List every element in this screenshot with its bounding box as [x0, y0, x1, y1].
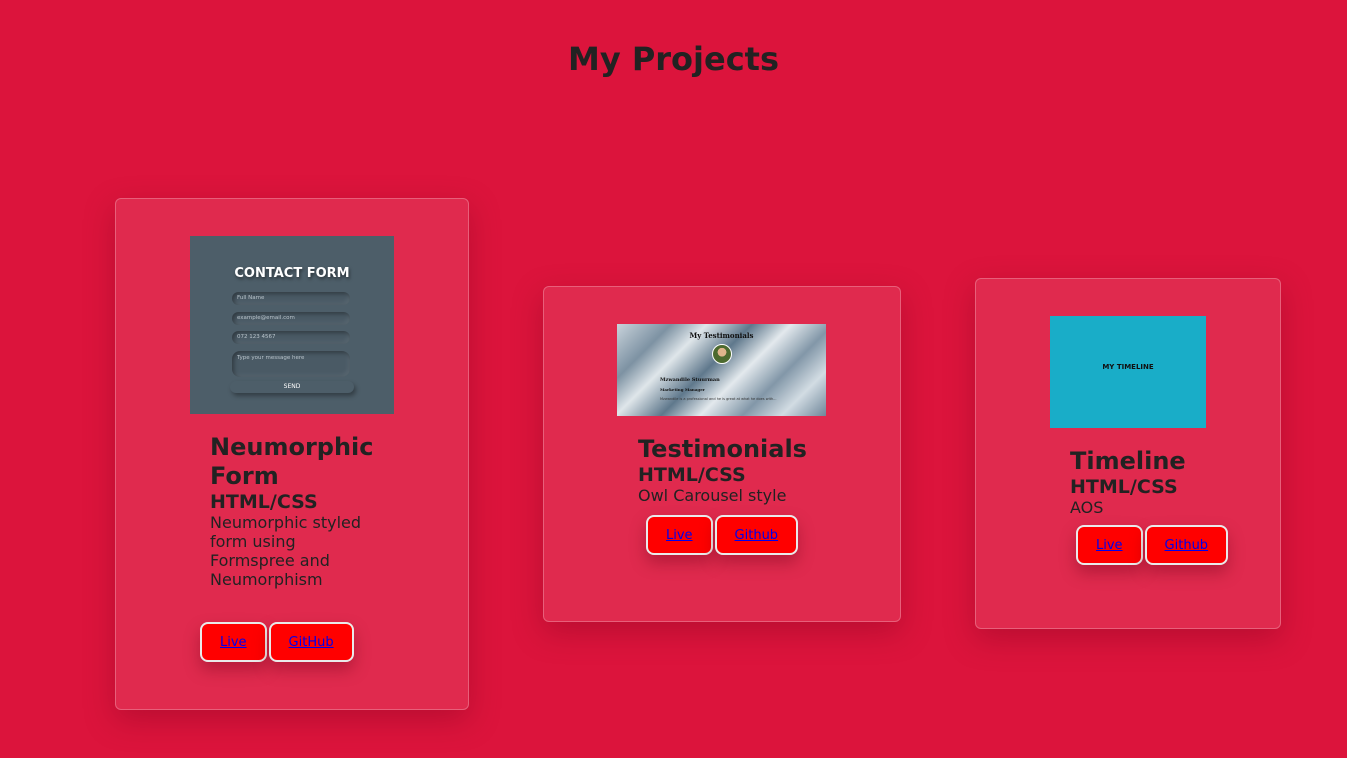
thumbnail-field: Full Name [232, 292, 350, 305]
thumbnail-field: 072 123 4567 [232, 331, 350, 344]
project-info: Testimonials HTML/CSS Owl Carousel style [638, 435, 888, 505]
thumbnail-title: My Testimonials [689, 331, 754, 340]
github-button[interactable]: GitHub [268, 622, 354, 662]
project-tech: HTML/CSS [210, 491, 318, 513]
thumbnail-quote: Mzwandile is a professional and he is gr… [660, 397, 777, 401]
avatar [712, 344, 732, 364]
live-button[interactable]: Live [1076, 525, 1143, 565]
live-button[interactable]: Live [646, 515, 713, 555]
project-buttons: Live Github [646, 515, 799, 555]
thumbnail-field: Type your message here [232, 351, 350, 377]
project-info: Timeline HTML/CSS AOS [1070, 447, 1270, 517]
github-button[interactable]: Github [1144, 525, 1229, 565]
thumbnail-person-name: Mzwandile Stuurman [660, 377, 720, 383]
project-description: AOS [1070, 498, 1104, 517]
project-tech: HTML/CSS [638, 464, 746, 486]
project-name: Timeline [1070, 447, 1186, 475]
github-button[interactable]: Github [714, 515, 799, 555]
project-card-testimonials: My Testimonials Mzwandile Stuurman Marke… [543, 286, 901, 622]
project-tech: HTML/CSS [1070, 476, 1178, 498]
project-name: Testimonials [638, 435, 807, 463]
project-buttons: Live GitHub [200, 622, 354, 662]
thumbnail-title: CONTACT FORM [234, 266, 350, 281]
project-info: Neumorphic Form HTML/CSS Neumorphic styl… [210, 433, 385, 589]
project-thumbnail: CONTACT FORM Full Name example@email.com… [190, 236, 394, 414]
thumbnail-person-role: Marketing Manager [660, 387, 705, 392]
project-thumbnail: My Testimonials Mzwandile Stuurman Marke… [617, 324, 826, 416]
live-button[interactable]: Live [200, 622, 267, 662]
project-card-timeline: MY TIMELINE Timeline HTML/CSS AOS Live G… [975, 278, 1281, 629]
thumbnail-send-button: SEND [230, 381, 354, 393]
thumbnail-field: example@email.com [232, 312, 350, 325]
project-description: Owl Carousel style [638, 486, 787, 505]
thumbnail-title: MY TIMELINE [1102, 363, 1154, 371]
project-buttons: Live Github [1076, 525, 1229, 565]
project-description: Neumorphic styled form using Formspree a… [210, 513, 362, 589]
page-title: My Projects [567, 40, 780, 78]
project-card-neumorphic-form: CONTACT FORM Full Name example@email.com… [115, 198, 469, 710]
project-name: Neumorphic Form [210, 433, 374, 490]
project-thumbnail: MY TIMELINE [1050, 316, 1206, 428]
